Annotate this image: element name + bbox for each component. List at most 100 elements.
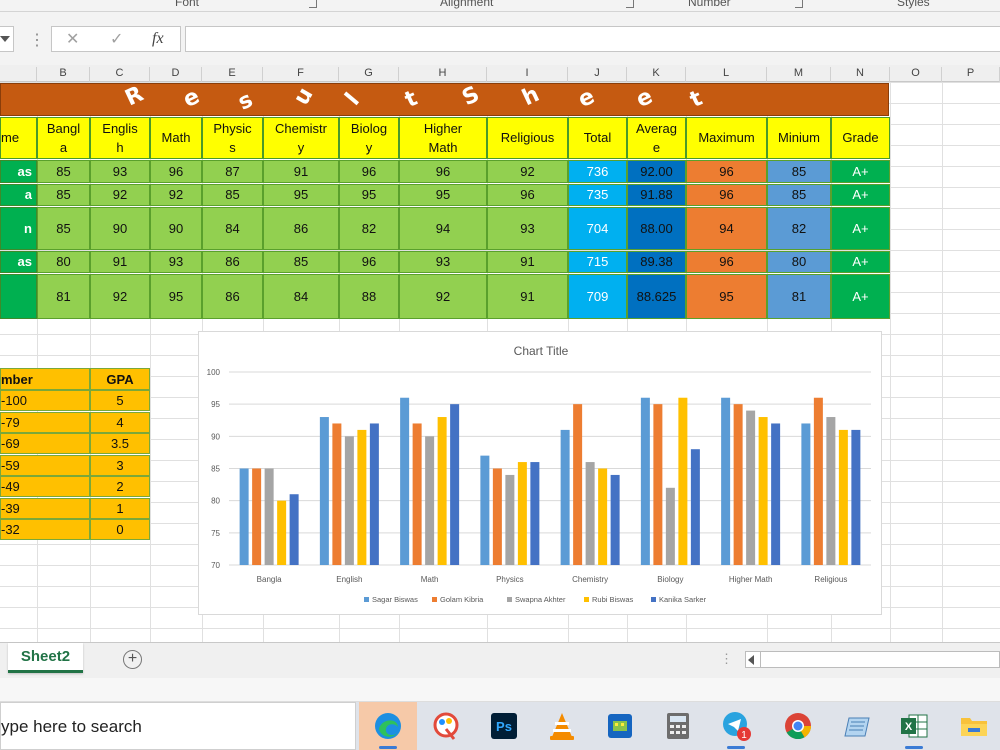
cell-average[interactable]: 89.38: [627, 251, 686, 273]
horizontal-scrollbar[interactable]: [745, 651, 1000, 668]
cell-score[interactable]: 90: [150, 207, 202, 250]
cell-max[interactable]: 96: [686, 160, 767, 183]
cell-score[interactable]: 93: [90, 160, 150, 183]
cell-score[interactable]: 95: [263, 184, 339, 206]
add-sheet-button[interactable]: +: [123, 650, 142, 669]
gpa-value-cell[interactable]: 1: [90, 497, 150, 519]
cell-score[interactable]: 93: [487, 207, 568, 250]
gpa-value-cell[interactable]: 2: [90, 476, 150, 497]
cell-total[interactable]: 704: [568, 207, 627, 250]
cell-score[interactable]: 86: [202, 274, 263, 319]
cell-total[interactable]: 736: [568, 160, 627, 183]
excel-icon[interactable]: X: [885, 702, 943, 750]
ribbon-group-number[interactable]: Number: [688, 0, 731, 9]
ribbon-group-alignment[interactable]: Alignment: [440, 0, 493, 9]
vlc-icon[interactable]: [533, 702, 591, 750]
gpa-value-cell[interactable]: 4: [90, 411, 150, 433]
cell-score[interactable]: 95: [150, 274, 202, 319]
column-header[interactable]: F: [263, 67, 339, 82]
cell-score[interactable]: 85: [37, 184, 90, 206]
header-cell[interactable]: Englis h: [90, 117, 150, 159]
gpa-range-cell[interactable]: -39: [0, 497, 90, 519]
cell-score[interactable]: 91: [90, 251, 150, 273]
cell-score[interactable]: 86: [202, 251, 263, 273]
column-header[interactable]: O: [890, 67, 942, 82]
film-icon[interactable]: [591, 702, 649, 750]
column-header[interactable]: D: [150, 67, 202, 82]
column-header[interactable]: B: [37, 67, 90, 82]
ribbon-group-font[interactable]: Font: [175, 0, 199, 9]
gpa-value-cell[interactable]: 5: [90, 390, 150, 411]
cell-average[interactable]: 88.00: [627, 207, 686, 250]
scroll-grip-icon[interactable]: ⋮: [720, 651, 733, 667]
header-cell[interactable]: Bangl a: [37, 117, 90, 159]
photoshop-icon[interactable]: Ps: [475, 702, 533, 750]
cell-score[interactable]: 96: [399, 160, 487, 183]
gpa-header-gpa[interactable]: GPA: [90, 368, 150, 390]
column-header[interactable]: C: [90, 67, 150, 82]
cell-score[interactable]: 92: [487, 160, 568, 183]
header-cell[interactable]: Total: [568, 117, 627, 159]
cell-max[interactable]: 95: [686, 274, 767, 319]
cell-total[interactable]: 735: [568, 184, 627, 206]
cell-max[interactable]: 96: [686, 251, 767, 273]
cell-score[interactable]: 96: [339, 160, 399, 183]
cell-score[interactable]: 92: [90, 184, 150, 206]
cell-score[interactable]: 85: [37, 160, 90, 183]
column-header[interactable]: L: [686, 67, 767, 82]
cell-total[interactable]: 709: [568, 274, 627, 319]
cell-score[interactable]: 91: [487, 251, 568, 273]
cell-score[interactable]: 93: [150, 251, 202, 273]
cell-score[interactable]: 95: [339, 184, 399, 206]
cell-average[interactable]: 92.00: [627, 160, 686, 183]
cell-score[interactable]: 84: [202, 207, 263, 250]
gpa-value-cell[interactable]: 3: [90, 454, 150, 476]
cancel-icon[interactable]: ✕: [66, 29, 79, 49]
column-header-a[interactable]: [0, 67, 37, 82]
notepad-icon[interactable]: [827, 702, 885, 750]
cell-score[interactable]: 96: [339, 251, 399, 273]
column-header[interactable]: E: [202, 67, 263, 82]
header-cell[interactable]: Maximum: [686, 117, 767, 159]
header-cell[interactable]: Averag e: [627, 117, 686, 159]
column-header[interactable]: I: [487, 67, 568, 82]
formula-input[interactable]: [185, 26, 1000, 52]
gpa-range-cell[interactable]: -100: [0, 390, 90, 411]
ribbon-group-styles[interactable]: Styles: [897, 0, 930, 9]
cell-score[interactable]: 91: [487, 274, 568, 319]
column-header[interactable]: K: [627, 67, 686, 82]
cell-score[interactable]: 93: [399, 251, 487, 273]
cell-grade[interactable]: A+: [831, 274, 890, 319]
tab-sheet2[interactable]: Sheet2: [8, 643, 83, 673]
cell-score[interactable]: 95: [399, 184, 487, 206]
cell-score[interactable]: 81: [37, 274, 90, 319]
cell-score[interactable]: 87: [202, 160, 263, 183]
cell-score[interactable]: 91: [263, 160, 339, 183]
cell-name[interactable]: [0, 274, 37, 319]
cell-min[interactable]: 81: [767, 274, 831, 319]
telegram-icon[interactable]: 1: [707, 702, 765, 750]
cell-score[interactable]: 85: [202, 184, 263, 206]
cell-score[interactable]: 80: [37, 251, 90, 273]
cell-average[interactable]: 88.625: [627, 274, 686, 319]
header-cell-name[interactable]: me: [0, 117, 37, 159]
cell-score[interactable]: 84: [263, 274, 339, 319]
header-cell[interactable]: Biolog y: [339, 117, 399, 159]
column-header[interactable]: G: [339, 67, 399, 82]
column-header[interactable]: N: [831, 67, 890, 82]
insert-function-icon[interactable]: fx: [152, 30, 164, 48]
cell-score[interactable]: 90: [90, 207, 150, 250]
cell-grade[interactable]: A+: [831, 207, 890, 250]
cell-score[interactable]: 92: [90, 274, 150, 319]
gpa-range-cell[interactable]: -59: [0, 454, 90, 476]
edge-icon[interactable]: [359, 702, 417, 750]
header-cell[interactable]: Higher Math: [399, 117, 487, 159]
result-sheet-title[interactable]: R e s u l t S h e e t: [0, 82, 889, 116]
cell-score[interactable]: 96: [150, 160, 202, 183]
cell-min[interactable]: 80: [767, 251, 831, 273]
column-header[interactable]: J: [568, 67, 627, 82]
scroll-left-icon[interactable]: [748, 655, 754, 665]
cell-total[interactable]: 715: [568, 251, 627, 273]
header-cell[interactable]: Grade: [831, 117, 890, 159]
cell-score[interactable]: 92: [150, 184, 202, 206]
